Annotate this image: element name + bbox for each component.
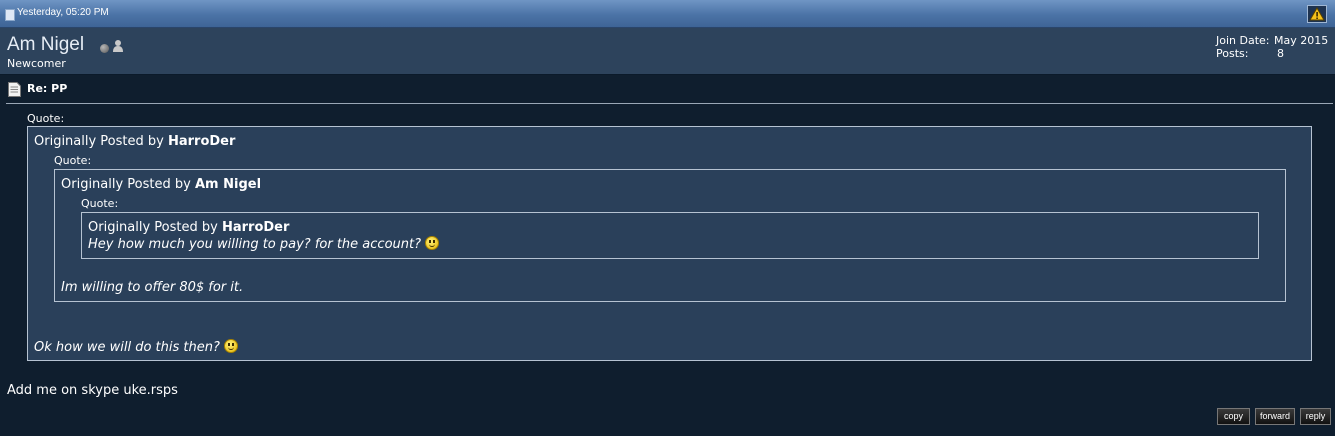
quote-author: HarroDer: [221, 220, 290, 235]
quote-text-content: Hey how much you willing to pay? for the…: [88, 237, 421, 252]
quote-attribution: Originally Posted by HarroDer: [34, 134, 235, 149]
quote-label: Quote:: [27, 112, 65, 125]
forward-button[interactable]: forward: [1255, 408, 1295, 425]
title-divider: [6, 103, 1333, 104]
quote-attribution: Originally Posted by Am Nigel: [61, 177, 261, 192]
join-date-label: Join Date:: [1216, 34, 1270, 47]
quote-text: Ok how we will do this then?: [34, 339, 238, 355]
quote-text: Hey how much you willing to pay? for the…: [88, 236, 439, 252]
quote-author: HarroDer: [167, 134, 236, 149]
post-header-bar: Yesterday, 05:20 PM: [0, 0, 1335, 28]
posts-label: Posts:: [1216, 47, 1249, 60]
quote-box: Originally Posted by HarroDer Quote: Ori…: [27, 126, 1312, 361]
quote-text-content: Ok how we will do this then?: [34, 340, 220, 355]
quote-label: Quote:: [54, 154, 92, 167]
quote-prefix: Originally Posted by: [61, 177, 191, 192]
report-post-button[interactable]: [1307, 5, 1327, 23]
quote-label: Quote:: [81, 197, 119, 210]
post-title: Re: PP: [27, 82, 68, 95]
quote-box: Originally Posted by HarroDer Hey how mu…: [81, 212, 1259, 259]
quote-text: Im willing to offer 80$ for it.: [61, 280, 244, 295]
quote-attribution: Originally Posted by HarroDer: [88, 220, 289, 235]
username-link[interactable]: Am Nigel: [7, 34, 84, 56]
join-date-value: May 2015: [1274, 34, 1329, 47]
reply-button[interactable]: reply: [1300, 408, 1331, 425]
post-page-icon: [5, 9, 15, 21]
quote-box: Originally Posted by Am Nigel Quote: Ori…: [54, 169, 1286, 302]
smiley-icon: [425, 236, 439, 250]
user-title: Newcomer: [7, 57, 66, 70]
warning-triangle-icon: [1309, 7, 1325, 21]
quote-prefix: Originally Posted by: [34, 134, 164, 149]
post-body: Re: PP Quote: Originally Posted by Harro…: [0, 75, 1335, 436]
offline-status-icon: [100, 44, 109, 53]
quote-author: Am Nigel: [194, 177, 262, 192]
quote-prefix: Originally Posted by: [88, 220, 218, 235]
user-info-bar: Am Nigel Newcomer Join Date: May 2015 Pos…: [0, 28, 1335, 74]
user-stats: Join Date: May 2015 Posts: 8: [1216, 34, 1328, 60]
posts-count: 8: [1277, 47, 1284, 60]
copy-button[interactable]: copy: [1217, 408, 1250, 425]
user-icon: [113, 40, 123, 52]
post-date: Yesterday, 05:20 PM: [17, 7, 109, 18]
post-message: Add me on skype uke.rsps: [7, 383, 178, 398]
smiley-icon: [223, 339, 238, 353]
document-icon: [8, 82, 21, 97]
